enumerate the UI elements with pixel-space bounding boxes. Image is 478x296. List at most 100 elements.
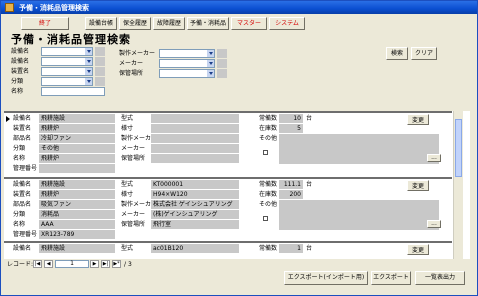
record-maker — [151, 134, 239, 143]
record-model: KT000001 — [151, 180, 239, 189]
stock-qty-label: 常備数 — [259, 245, 278, 252]
location-label: 保管場所 — [121, 155, 146, 162]
unit-word: 台 — [306, 181, 313, 188]
chevron-down-icon — [85, 58, 92, 65]
part-label: 部品名 — [13, 201, 32, 208]
record-checkbox[interactable] — [263, 150, 268, 155]
record-of-separator: / — [124, 261, 127, 268]
equipment-ledger-button[interactable]: 設備台帳 — [85, 17, 117, 30]
record-spec: H94×W120 — [151, 190, 239, 199]
app-icon — [5, 3, 14, 12]
location-code — [217, 69, 227, 78]
vendor-label: メーカー — [121, 145, 146, 152]
failure-history-button[interactable]: 故障履歴 — [153, 17, 185, 30]
export-import-button[interactable]: エクスポート(インポート用) — [284, 271, 368, 285]
category-select[interactable] — [41, 77, 93, 86]
change-button[interactable]: 変更 — [407, 244, 429, 255]
name-input[interactable] — [41, 87, 105, 96]
maker-code — [217, 49, 227, 58]
part-label: 部品名 — [13, 135, 32, 142]
record-separator — [4, 111, 452, 113]
vendor-label: メーカー — [121, 211, 146, 218]
title-bar: 予備・消耗品管理検索 — [1, 1, 477, 14]
vendor-select[interactable] — [159, 59, 215, 68]
record-name: 飛耕炉 — [39, 154, 115, 163]
record-spec — [151, 124, 239, 133]
unit-label: 装置名 — [13, 191, 32, 198]
list-print-button[interactable]: 一覧表出力 — [415, 271, 465, 285]
other-label: その他 — [259, 201, 278, 208]
equipment-select[interactable] — [41, 47, 93, 56]
location-select[interactable] — [159, 69, 215, 78]
device-code — [95, 57, 105, 66]
vendor-label: メーカー — [119, 60, 144, 67]
spec-label: 様寸 — [121, 125, 134, 132]
search-button[interactable]: 検索 — [386, 47, 408, 60]
new-record-button[interactable]: ▶* — [112, 260, 121, 268]
record-maker: 株式会社 ゲインシュアリング — [151, 200, 239, 209]
unit-select[interactable] — [41, 67, 93, 76]
record-mgmt_no: XR123-789 — [39, 230, 115, 239]
window-title: 予備・消耗品管理検索 — [19, 4, 89, 12]
unit-label: 装置名 — [13, 125, 32, 132]
vertical-scrollbar[interactable] — [453, 111, 463, 259]
equip-label: 設備名 — [13, 115, 32, 122]
record-category: 消耗品 — [39, 210, 115, 219]
record-separator — [4, 177, 452, 179]
category-label: 分類 — [13, 145, 26, 152]
equipment-label: 設備名 — [11, 48, 30, 55]
app-window: 予備・消耗品管理検索 終了 設備台帳 保全履歴 故障履歴 予備・消耗品 マスター… — [0, 0, 478, 296]
maker-label: 製作メーカー — [119, 50, 156, 57]
unit-word: 台 — [306, 245, 313, 252]
change-button[interactable]: 変更 — [407, 114, 429, 125]
stock-qty-label: 常備数 — [259, 181, 278, 188]
record-checkbox[interactable] — [263, 216, 268, 221]
export-button[interactable]: エクスポート — [371, 271, 411, 285]
device-label: 設備名 — [11, 58, 30, 65]
change-button[interactable]: 変更 — [407, 180, 429, 191]
maker-select[interactable] — [159, 49, 215, 58]
unit-label: 装置名 — [11, 68, 30, 75]
record-nav-label: レコード: — [7, 261, 34, 268]
spare-parts-button[interactable]: 予備・消耗品 — [187, 17, 229, 30]
master-button[interactable]: マスター — [231, 17, 267, 30]
record-separator — [4, 241, 452, 243]
last-record-button[interactable]: ▶| — [101, 260, 110, 268]
clear-button[interactable]: クリア — [411, 47, 437, 60]
system-button[interactable]: システム — [269, 17, 305, 30]
record-category: その他 — [39, 144, 115, 153]
record-equip: 飛耕施設 — [39, 180, 115, 189]
category-label: 分類 — [13, 211, 26, 218]
more-button[interactable]: ... — [427, 220, 441, 228]
record-stock: 5 — [279, 124, 303, 133]
chevron-down-icon — [85, 48, 92, 55]
record-model — [151, 114, 239, 123]
equip-label: 設備名 — [13, 181, 32, 188]
equip-label: 設備名 — [13, 245, 32, 252]
maintenance-history-button[interactable]: 保全履歴 — [119, 17, 151, 30]
equipment-code — [95, 47, 105, 56]
record-number-input[interactable]: 1 — [55, 260, 89, 268]
chevron-down-icon — [85, 68, 92, 75]
first-record-button[interactable]: |◀ — [33, 260, 42, 268]
next-record-button[interactable]: ▶ — [90, 260, 99, 268]
stock-qty-label: 常備数 — [259, 115, 278, 122]
mgmt_no-label: 管理番号 — [13, 165, 38, 172]
device-select[interactable] — [41, 57, 93, 66]
record-stock: 200 — [279, 190, 303, 199]
record-total: / 3 — [124, 260, 132, 269]
close-button[interactable]: 終了 — [21, 17, 69, 30]
vendor-code — [217, 59, 227, 68]
more-button[interactable]: ... — [427, 154, 441, 162]
stock-label: 在庫数 — [259, 125, 278, 132]
record-mgmt_no — [39, 164, 115, 173]
record-model: ac01B120 — [151, 244, 239, 253]
scroll-thumb[interactable] — [455, 119, 462, 177]
chevron-down-icon — [85, 78, 92, 85]
spec-label: 様寸 — [121, 191, 134, 198]
record-vendor — [151, 144, 239, 153]
stock-label: 在庫数 — [259, 191, 278, 198]
prev-record-button[interactable]: ◀ — [44, 260, 53, 268]
name-label: 名称 — [13, 155, 26, 162]
model-label: 型式 — [121, 115, 134, 122]
